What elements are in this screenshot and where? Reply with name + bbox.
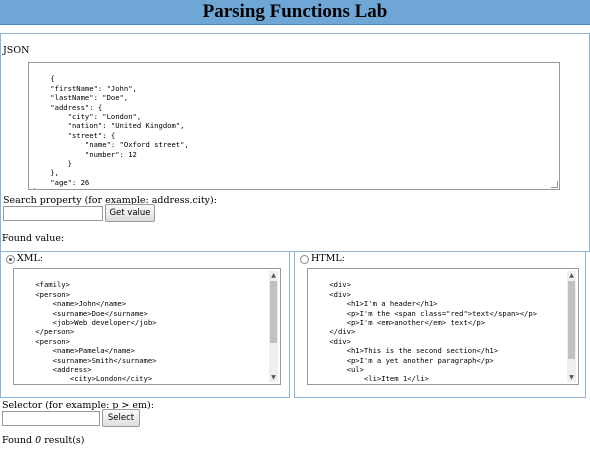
- json-code: { "firstName": "John", "lastName": "Doe"…: [33, 74, 189, 189]
- result-count: Found 0 result(s): [2, 435, 85, 446]
- selector-input[interactable]: [2, 411, 100, 426]
- json-panel: JSON { "firstName": "John", "lastName": …: [0, 33, 590, 252]
- result-count-suffix: result(s): [41, 435, 85, 446]
- xml-radio[interactable]: [6, 255, 15, 264]
- xml-textarea[interactable]: <family> <person> <name>John</name> <sur…: [13, 268, 281, 385]
- xml-radio-label: XML:: [17, 253, 43, 264]
- search-property-input[interactable]: [3, 206, 103, 221]
- scroll-up-arrow-icon[interactable]: ▲: [567, 271, 576, 280]
- scroll-down-arrow-icon[interactable]: ▼: [269, 373, 278, 382]
- page-title: Parsing Functions Lab: [0, 0, 590, 25]
- found-value-label: Found value:: [2, 233, 65, 244]
- html-panel: HTML: <div> <div> <h1>I'm a header</h1> …: [294, 251, 586, 398]
- result-count-prefix: Found: [2, 435, 36, 446]
- html-code: <div> <div> <h1>I'm a header</h1> <p>I'm…: [329, 280, 538, 384]
- scroll-down-arrow-icon[interactable]: ▼: [567, 373, 576, 382]
- select-button[interactable]: Select: [102, 409, 140, 427]
- json-textarea[interactable]: { "firstName": "John", "lastName": "Doe"…: [28, 62, 560, 190]
- html-radio[interactable]: [300, 255, 309, 264]
- get-value-button[interactable]: Get value: [105, 204, 155, 222]
- xml-scroll-thumb[interactable]: [270, 281, 277, 343]
- xml-scrollbar[interactable]: ▲ ▼: [269, 271, 278, 382]
- html-textarea[interactable]: <div> <div> <h1>I'm a header</h1> <p>I'm…: [307, 268, 579, 385]
- xml-code: <family> <person> <name>John</name> <sur…: [35, 280, 204, 384]
- html-scroll-thumb[interactable]: [568, 281, 575, 359]
- xml-panel: XML: <family> <person> <name>John</name>…: [0, 251, 290, 398]
- html-radio-label: HTML:: [311, 253, 345, 264]
- resize-grip-icon[interactable]: [551, 181, 558, 188]
- scroll-up-arrow-icon[interactable]: ▲: [269, 271, 278, 280]
- html-scrollbar[interactable]: ▲ ▼: [567, 271, 576, 382]
- json-label: JSON: [3, 45, 30, 56]
